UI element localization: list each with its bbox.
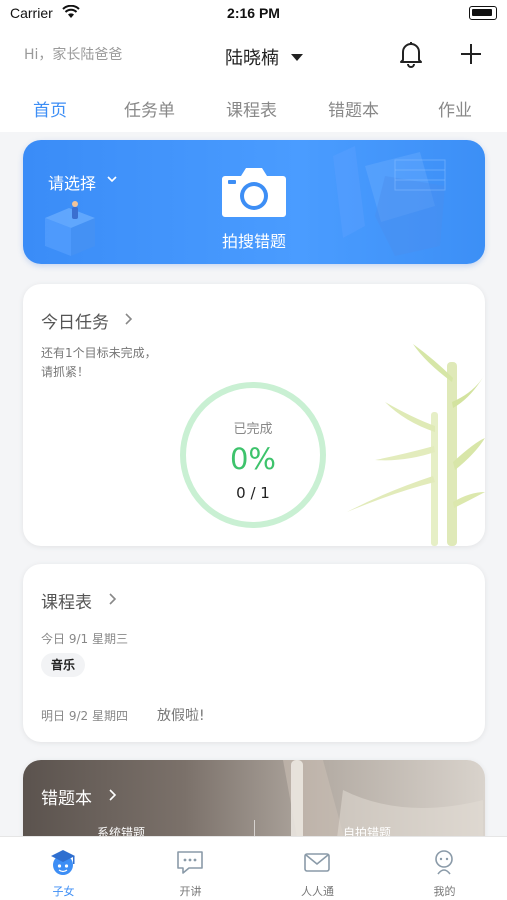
- holiday-text: 放假啦!: [157, 708, 205, 724]
- clock: 2:16 PM: [227, 5, 280, 21]
- progress-ring: 已完成 0% 0 / 1: [180, 382, 326, 528]
- schedule-card[interactable]: 课程表 今日 9/1 星期三 音乐 明日 9/2 星期四 放假啦!: [23, 564, 485, 742]
- select-dropdown[interactable]: 请选择: [48, 170, 96, 194]
- tasks-hint-line1: 还有1个目标未完成，: [41, 346, 157, 360]
- tab-task-list[interactable]: 任务单: [124, 96, 175, 121]
- nav-children[interactable]: 子女: [0, 837, 127, 900]
- mail-icon: [304, 853, 330, 872]
- top-header: Hi，家长陆爸爸 陆晓楠: [0, 28, 507, 84]
- chevron-right-icon[interactable]: [107, 788, 117, 802]
- tab-wrong-book[interactable]: 错题本: [328, 96, 379, 121]
- plus-icon[interactable]: [458, 40, 484, 68]
- bamboo-illustration: [347, 344, 485, 546]
- nav-renrentong[interactable]: 人人通: [254, 837, 381, 900]
- schedule-title[interactable]: 课程表: [41, 588, 92, 613]
- battery-icon: [469, 6, 497, 20]
- chat-bubble-icon: [177, 851, 203, 874]
- tasks-hint: 还有1个目标未完成， 请抓紧！: [41, 344, 157, 382]
- bell-icon[interactable]: [398, 40, 424, 68]
- chevron-down-icon[interactable]: [106, 173, 118, 185]
- nav-children-label: 子女: [52, 885, 75, 898]
- tab-home[interactable]: 首页: [33, 96, 67, 121]
- chevron-right-icon[interactable]: [107, 592, 117, 606]
- tomorrow-date: 明日 9/2 星期四: [41, 709, 128, 723]
- photo-search-card[interactable]: 请选择 拍搜错题: [23, 140, 485, 264]
- graduate-icon: [51, 850, 75, 875]
- child-selector[interactable]: 陆晓楠: [225, 44, 279, 70]
- nav-lecture[interactable]: 开讲: [127, 837, 254, 900]
- nav-lecture-label: 开讲: [179, 885, 202, 898]
- today-tasks-title[interactable]: 今日任务: [41, 308, 109, 333]
- nav-mine-label: 我的: [433, 885, 456, 898]
- tab-homework[interactable]: 作业: [438, 96, 472, 121]
- tasks-hint-line2: 请抓紧！: [41, 365, 90, 379]
- wrong-book-title[interactable]: 错题本: [41, 784, 92, 809]
- photo-search-label: 拍搜错题: [221, 232, 286, 251]
- completion-count: 0 / 1: [236, 484, 270, 502]
- today-tasks-card[interactable]: 今日任务 还有1个目标未完成， 请抓紧！ 已完成 0% 0 / 1: [23, 284, 485, 546]
- greeting-text: Hi，家长陆爸爸: [24, 47, 123, 63]
- bottom-nav: 子女 开讲 人人通 我的: [0, 836, 507, 900]
- chevron-right-icon[interactable]: [123, 312, 133, 326]
- tab-schedule[interactable]: 课程表: [226, 96, 277, 121]
- subject-chip: 音乐: [41, 653, 86, 677]
- profile-icon: [435, 850, 453, 875]
- camera-icon[interactable]: [221, 164, 287, 218]
- today-date: 今日 9/1 星期三: [41, 632, 128, 646]
- caret-down-icon[interactable]: [291, 54, 303, 61]
- nav-renrentong-label: 人人通: [301, 885, 334, 898]
- status-bar: Carrier 2:16 PM: [0, 0, 507, 28]
- completion-percent: 0%: [229, 442, 276, 476]
- main-tabs: 首页 任务单 课程表 错题本 作业: [0, 84, 507, 132]
- nav-mine[interactable]: 我的: [381, 837, 507, 900]
- ring-label: 已完成: [233, 422, 273, 437]
